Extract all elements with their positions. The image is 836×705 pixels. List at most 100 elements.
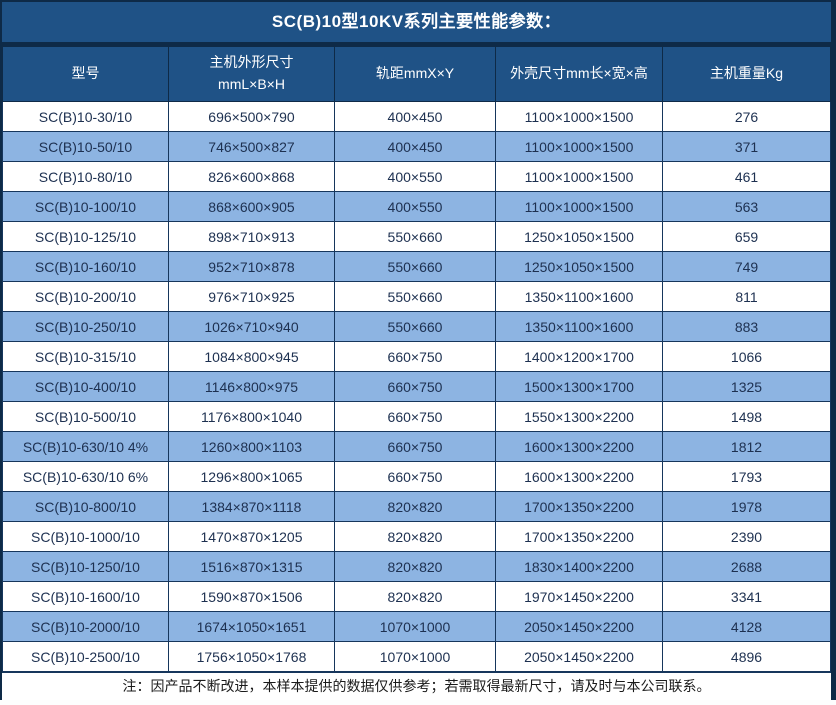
value-cell: 2390: [663, 522, 831, 552]
value-cell: 1176×800×1040: [169, 402, 335, 432]
value-cell: 1384×870×1118: [169, 492, 335, 522]
value-cell: 1674×1050×1651: [169, 612, 335, 642]
column-header: 轨距mmX×Y: [335, 47, 496, 102]
value-cell: 1325: [663, 372, 831, 402]
value-cell: 371: [663, 132, 831, 162]
value-cell: 820×820: [335, 492, 496, 522]
value-cell: 660×750: [335, 462, 496, 492]
model-cell: SC(B)10-800/10: [3, 492, 169, 522]
table-row: SC(B)10-400/101146×800×975660×7501500×13…: [3, 372, 831, 402]
value-cell: 2050×1450×2200: [496, 612, 663, 642]
value-cell: 400×450: [335, 102, 496, 132]
value-cell: 660×750: [335, 402, 496, 432]
table-row: SC(B)10-160/10952×710×878550×6601250×105…: [3, 252, 831, 282]
value-cell: 1350×1100×1600: [496, 282, 663, 312]
model-cell: SC(B)10-200/10: [3, 282, 169, 312]
value-cell: 400×450: [335, 132, 496, 162]
model-cell: SC(B)10-630/10 4%: [3, 432, 169, 462]
model-cell: SC(B)10-250/10: [3, 312, 169, 342]
value-cell: 976×710×925: [169, 282, 335, 312]
value-cell: 550×660: [335, 252, 496, 282]
table-row: SC(B)10-200/10976×710×925550×6601350×110…: [3, 282, 831, 312]
model-cell: SC(B)10-500/10: [3, 402, 169, 432]
value-cell: 1500×1300×1700: [496, 372, 663, 402]
value-cell: 1100×1000×1500: [496, 162, 663, 192]
value-cell: 746×500×827: [169, 132, 335, 162]
value-cell: 1970×1450×2200: [496, 582, 663, 612]
table-row: SC(B)10-2500/101756×1050×17681070×100020…: [3, 642, 831, 672]
value-cell: 1978: [663, 492, 831, 522]
spec-sheet: SC(B)10型10KV系列主要性能参数： 型号主机外形尺寸 mmL×B×H轨距…: [0, 0, 836, 700]
value-cell: 1830×1400×2200: [496, 552, 663, 582]
value-cell: 749: [663, 252, 831, 282]
table-row: SC(B)10-630/10 4%1260×800×1103660×750160…: [3, 432, 831, 462]
table-row: SC(B)10-1250/101516×870×1315820×8201830×…: [3, 552, 831, 582]
value-cell: 696×500×790: [169, 102, 335, 132]
value-cell: 1516×870×1315: [169, 552, 335, 582]
value-cell: 1250×1050×1500: [496, 222, 663, 252]
value-cell: 1700×1350×2200: [496, 492, 663, 522]
table-header-row: 型号主机外形尺寸 mmL×B×H轨距mmX×Y外壳尺寸mm长×宽×高主机重量Kg: [3, 47, 831, 102]
table-row: SC(B)10-100/10868×600×905400×5501100×100…: [3, 192, 831, 222]
value-cell: 1070×1000: [335, 642, 496, 672]
value-cell: 1026×710×940: [169, 312, 335, 342]
value-cell: 659: [663, 222, 831, 252]
value-cell: 1400×1200×1700: [496, 342, 663, 372]
value-cell: 820×820: [335, 552, 496, 582]
value-cell: 1793: [663, 462, 831, 492]
model-cell: SC(B)10-50/10: [3, 132, 169, 162]
page-title: SC(B)10型10KV系列主要性能参数：: [2, 2, 831, 46]
value-cell: 4128: [663, 612, 831, 642]
table-row: SC(B)10-500/101176×800×1040660×7501550×1…: [3, 402, 831, 432]
value-cell: 1250×1050×1500: [496, 252, 663, 282]
value-cell: 952×710×878: [169, 252, 335, 282]
value-cell: 1146×800×975: [169, 372, 335, 402]
value-cell: 4896: [663, 642, 831, 672]
value-cell: 276: [663, 102, 831, 132]
model-cell: SC(B)10-1250/10: [3, 552, 169, 582]
value-cell: 1100×1000×1500: [496, 192, 663, 222]
table-row: SC(B)10-2000/101674×1050×16511070×100020…: [3, 612, 831, 642]
footer-note: 注：因产品不断改进，本样本提供的数据仅供参考；若需取得最新尺寸，请及时与本公司联…: [2, 672, 831, 700]
value-cell: 1066: [663, 342, 831, 372]
model-cell: SC(B)10-125/10: [3, 222, 169, 252]
column-header: 主机重量Kg: [663, 47, 831, 102]
model-cell: SC(B)10-30/10: [3, 102, 169, 132]
model-cell: SC(B)10-1600/10: [3, 582, 169, 612]
value-cell: 820×820: [335, 522, 496, 552]
value-cell: 400×550: [335, 192, 496, 222]
value-cell: 1590×870×1506: [169, 582, 335, 612]
column-header: 外壳尺寸mm长×宽×高: [496, 47, 663, 102]
table-row: SC(B)10-30/10696×500×790400×4501100×1000…: [3, 102, 831, 132]
value-cell: 3341: [663, 582, 831, 612]
column-header: 主机外形尺寸 mmL×B×H: [169, 47, 335, 102]
value-cell: 1756×1050×1768: [169, 642, 335, 672]
value-cell: 1100×1000×1500: [496, 132, 663, 162]
table-row: SC(B)10-1600/101590×870×1506820×8201970×…: [3, 582, 831, 612]
value-cell: 550×660: [335, 312, 496, 342]
value-cell: 1700×1350×2200: [496, 522, 663, 552]
value-cell: 1498: [663, 402, 831, 432]
value-cell: 1100×1000×1500: [496, 102, 663, 132]
value-cell: 1350×1100×1600: [496, 312, 663, 342]
model-cell: SC(B)10-80/10: [3, 162, 169, 192]
value-cell: 826×600×868: [169, 162, 335, 192]
value-cell: 550×660: [335, 222, 496, 252]
value-cell: 820×820: [335, 582, 496, 612]
column-header: 型号: [3, 47, 169, 102]
value-cell: 1600×1300×2200: [496, 462, 663, 492]
value-cell: 898×710×913: [169, 222, 335, 252]
table-row: SC(B)10-315/101084×800×945660×7501400×12…: [3, 342, 831, 372]
table-row: SC(B)10-250/101026×710×940550×6601350×11…: [3, 312, 831, 342]
model-cell: SC(B)10-100/10: [3, 192, 169, 222]
model-cell: SC(B)10-1000/10: [3, 522, 169, 552]
table-row: SC(B)10-50/10746×500×827400×4501100×1000…: [3, 132, 831, 162]
value-cell: 660×750: [335, 342, 496, 372]
model-cell: SC(B)10-315/10: [3, 342, 169, 372]
model-cell: SC(B)10-160/10: [3, 252, 169, 282]
value-cell: 660×750: [335, 432, 496, 462]
value-cell: 868×600×905: [169, 192, 335, 222]
table-row: SC(B)10-630/10 6%1296×800×1065660×750160…: [3, 462, 831, 492]
value-cell: 883: [663, 312, 831, 342]
model-cell: SC(B)10-400/10: [3, 372, 169, 402]
